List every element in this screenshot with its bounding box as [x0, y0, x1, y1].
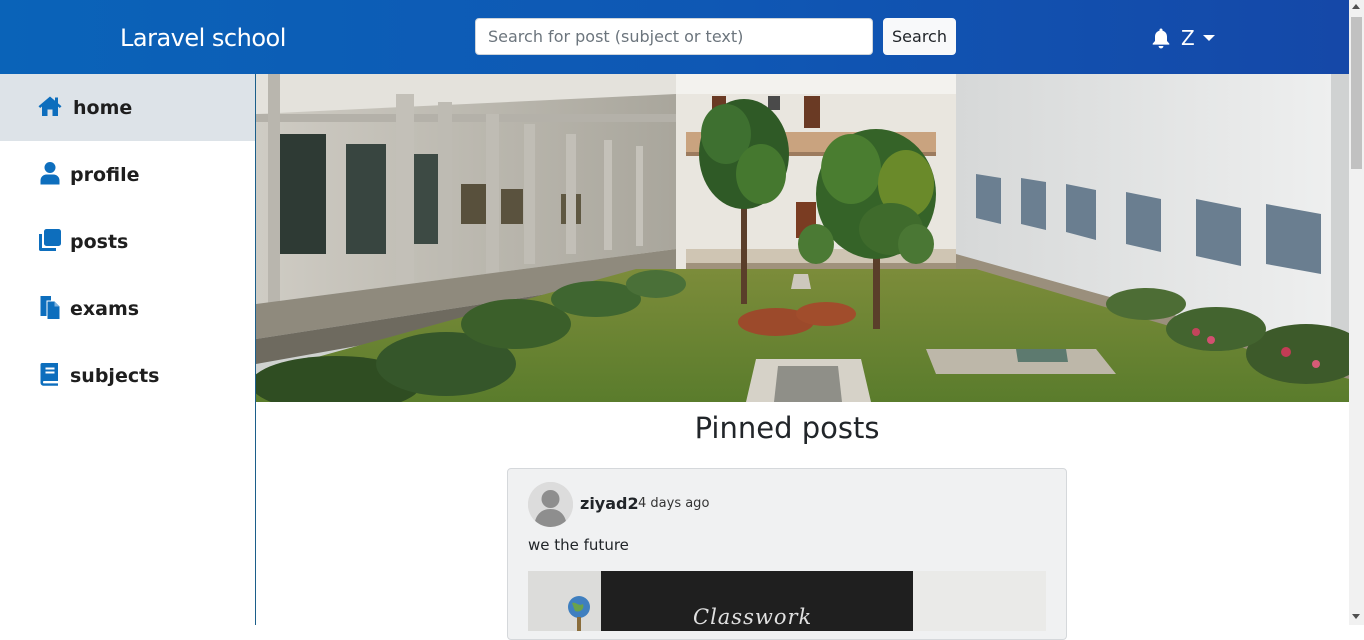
- hero-image: [256, 74, 1349, 402]
- page-scrollbar[interactable]: [1349, 0, 1364, 625]
- home-icon: [38, 96, 62, 116]
- post-image[interactable]: Classwork: [528, 571, 1046, 631]
- user-avatar-icon: [528, 482, 573, 527]
- sidebar-item-home[interactable]: home: [0, 74, 255, 141]
- sidebar: home profile posts exams subjects: [0, 74, 256, 625]
- brand-logo[interactable]: Laravel school: [120, 24, 286, 52]
- sidebar-item-label: profile: [70, 163, 140, 186]
- scroll-up-arrow-icon[interactable]: [1352, 4, 1360, 9]
- sidebar-item-profile[interactable]: profile: [0, 141, 255, 208]
- sidebar-item-subjects[interactable]: subjects: [0, 342, 255, 409]
- scroll-down-arrow-icon[interactable]: [1352, 614, 1360, 619]
- sidebar-item-label: exams: [70, 297, 140, 320]
- search-input[interactable]: [475, 18, 873, 55]
- post-card[interactable]: ziyad2 4 days ago we the future Classwor…: [507, 468, 1067, 640]
- section-title: Pinned posts: [694, 411, 880, 445]
- scroll-thumb[interactable]: [1351, 17, 1362, 169]
- search-button[interactable]: Search: [883, 18, 956, 55]
- sidebar-item-label: posts: [70, 230, 129, 253]
- user-icon: [40, 162, 60, 185]
- user-menu[interactable]: Z: [1181, 26, 1215, 50]
- user-initial: Z: [1181, 26, 1195, 50]
- book-icon: [40, 363, 58, 386]
- sidebar-item-posts[interactable]: posts: [0, 208, 255, 275]
- sidebar-item-exams[interactable]: exams: [0, 275, 255, 342]
- avatar[interactable]: [528, 482, 573, 527]
- exams-icon: [40, 296, 60, 319]
- top-navbar: Laravel school Search Z: [0, 0, 1349, 74]
- posts-icon: [39, 229, 61, 251]
- caret-down-icon: [1202, 35, 1215, 41]
- sidebar-item-label: subjects: [70, 364, 160, 387]
- sidebar-item-label: home: [73, 96, 133, 119]
- post-text: we the future: [528, 536, 629, 554]
- blackboard-text: Classwork: [693, 605, 813, 629]
- bell-icon[interactable]: [1151, 27, 1171, 49]
- post-time: 4 days ago: [638, 496, 710, 511]
- post-author[interactable]: ziyad2: [580, 494, 639, 513]
